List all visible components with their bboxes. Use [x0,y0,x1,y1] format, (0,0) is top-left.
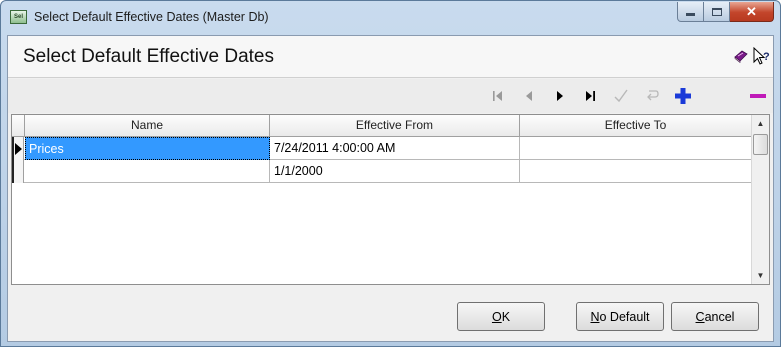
dialog-client: Select Default Effective Dates ? Name Ef… [7,35,774,342]
column-header-effective-to[interactable]: Effective To [520,115,751,137]
caption-buttons: ✕ [677,2,774,22]
effective-dates-grid[interactable]: Name Effective From Effective To Prices … [11,114,770,285]
cell-effective-to[interactable] [520,160,751,183]
scroll-thumb[interactable] [753,134,768,155]
whats-this-help-icon[interactable]: ? [753,47,771,67]
table-row[interactable]: 1/1/2000 [12,160,751,183]
ok-button[interactable]: OK [457,302,545,331]
no-default-hotkey: N [590,309,600,324]
cancel-label: ancel [704,309,735,324]
header-band: Select Default Effective Dates ? [8,36,773,78]
dialog-window: Sel Select Default Effective Dates (Mast… [0,0,781,347]
no-default-label: o Default [599,309,650,324]
window-title: Select Default Effective Dates (Master D… [34,10,269,24]
column-header-name[interactable]: Name [25,115,270,137]
maximize-icon [711,7,722,16]
ok-label: K [501,309,511,324]
scroll-up-button[interactable]: ▲ [752,115,769,132]
grid-header: Name Effective From Effective To [12,115,751,137]
maximize-button[interactable] [704,2,730,22]
cancel-edit-button[interactable] [643,87,661,105]
undo-icon [647,90,659,101]
scroll-down-button[interactable]: ▼ [752,267,769,284]
first-record-button[interactable] [489,87,507,105]
prev-record-button[interactable] [520,87,538,105]
next-record-button[interactable] [551,87,569,105]
close-button[interactable]: ✕ [730,2,774,22]
page-title: Select Default Effective Dates [23,46,274,67]
cell-name[interactable]: Prices [25,137,270,160]
row-indicator[interactable] [12,137,24,160]
dialog-footer: OK No Default Cancel [8,287,773,341]
cell-effective-from[interactable]: 7/24/2011 4:00:00 AM [270,137,520,160]
cell-effective-to[interactable] [520,137,751,160]
vertical-scrollbar[interactable]: ▲ ▼ [751,115,769,284]
prev-icon [526,91,532,101]
current-row-arrow-icon [15,143,22,155]
row-indicator[interactable] [12,160,24,183]
delete-record-button[interactable] [749,87,767,105]
column-header-effective-from[interactable]: Effective From [270,115,520,137]
cell-name[interactable] [25,160,270,183]
checkmark-icon [614,89,628,103]
svg-text:?: ? [763,51,770,63]
last-icon [586,91,595,101]
help-book-icon[interactable] [733,50,748,63]
next-icon [557,91,563,101]
minimize-button[interactable] [677,2,704,22]
close-icon: ✕ [746,3,757,19]
table-row[interactable]: Prices 7/24/2011 4:00:00 AM [12,137,751,160]
app-icon: Sel [10,10,27,24]
post-edit-button[interactable] [612,87,630,105]
plus-icon [675,88,691,104]
cancel-hotkey: C [695,309,705,324]
minus-icon [750,94,766,98]
insert-record-button[interactable] [674,87,692,105]
last-record-button[interactable] [581,87,599,105]
minimize-icon [686,13,695,16]
ok-hotkey: O [491,309,502,324]
header-indicator-cell [12,115,25,137]
navigator-toolbar [8,79,773,113]
no-default-button[interactable]: No Default [576,302,664,331]
title-bar[interactable]: Sel Select Default Effective Dates (Mast… [1,1,780,35]
cell-effective-from[interactable]: 1/1/2000 [270,160,520,183]
first-icon [493,91,502,101]
cancel-button[interactable]: Cancel [671,302,759,331]
